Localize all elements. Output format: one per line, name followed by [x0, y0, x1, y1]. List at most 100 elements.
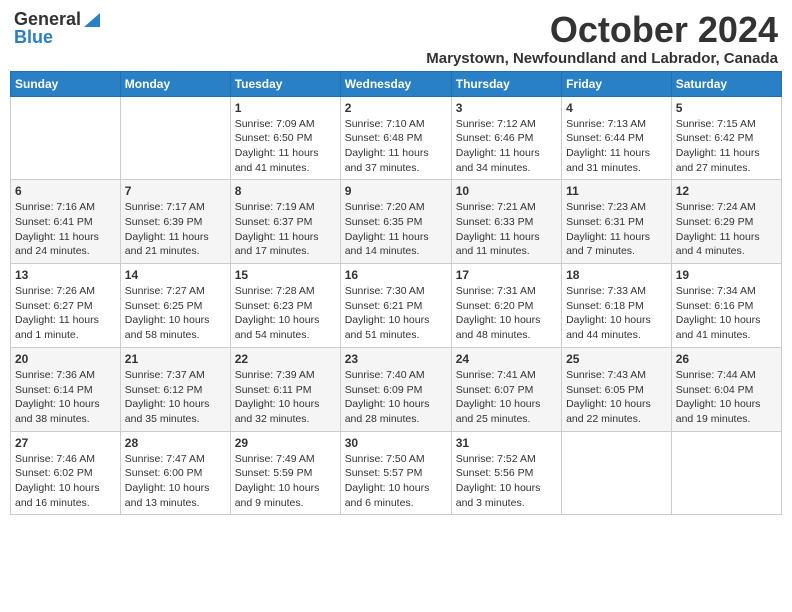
day-number: 7	[125, 184, 226, 198]
day-number: 30	[345, 436, 447, 450]
day-number: 28	[125, 436, 226, 450]
day-info: Sunrise: 7:47 AMSunset: 6:00 PMDaylight:…	[125, 452, 226, 511]
day-number: 3	[456, 101, 557, 115]
day-number: 13	[15, 268, 116, 282]
calendar-cell: 29 Sunrise: 7:49 AMSunset: 5:59 PMDayligh…	[230, 431, 340, 515]
day-info: Sunrise: 7:10 AMSunset: 6:48 PMDaylight:…	[345, 117, 447, 176]
calendar-cell: 18Sunrise: 7:33 AMSunset: 6:18 PMDayligh…	[562, 264, 672, 348]
day-info: Sunrise: 7:41 AMSunset: 6:07 PMDaylight:…	[456, 368, 557, 427]
month-title: October 2024	[426, 10, 778, 50]
day-number: 5	[676, 101, 777, 115]
day-header-friday: Friday	[562, 71, 672, 96]
day-info: Sunrise: 7:27 AMSunset: 6:25 PMDaylight:…	[125, 284, 226, 343]
day-info: Sunrise: 7:34 AMSunset: 6:16 PMDaylight:…	[676, 284, 777, 343]
calendar-table: SundayMondayTuesdayWednesdayThursdayFrid…	[10, 71, 782, 516]
day-info: Sunrise: 7:17 AMSunset: 6:39 PMDaylight:…	[125, 200, 226, 259]
day-number: 10	[456, 184, 557, 198]
day-number: 19	[676, 268, 777, 282]
calendar-cell: 5Sunrise: 7:15 AMSunset: 6:42 PMDaylight…	[671, 96, 781, 180]
day-header-tuesday: Tuesday	[230, 71, 340, 96]
calendar-week-row: 27 Sunrise: 7:46 AMSunset: 6:02 PMDayligh…	[11, 431, 782, 515]
calendar-cell: 13 Sunrise: 7:26 AMSunset: 6:27 PMDayligh…	[11, 264, 121, 348]
day-number: 27	[15, 436, 116, 450]
page-header: General Blue October 2024 Marystown, New…	[10, 10, 782, 67]
day-number: 9	[345, 184, 447, 198]
day-info: Sunrise: 7:28 AMSunset: 6:23 PMDaylight:…	[235, 284, 336, 343]
day-number: 17	[456, 268, 557, 282]
day-number: 15	[235, 268, 336, 282]
day-number: 12	[676, 184, 777, 198]
calendar-cell: 15 Sunrise: 7:28 AMSunset: 6:23 PMDayligh…	[230, 264, 340, 348]
day-info: Sunrise: 7:23 AMSunset: 6:31 PMDaylight:…	[566, 200, 667, 259]
calendar-cell: 10 Sunrise: 7:21 AMSunset: 6:33 PMDayligh…	[451, 180, 561, 264]
day-info: Sunrise: 7:13 AMSunset: 6:44 PMDaylight:…	[566, 117, 667, 176]
day-number: 20	[15, 352, 116, 366]
day-header-monday: Monday	[120, 71, 230, 96]
calendar-cell: 11 Sunrise: 7:23 AMSunset: 6:31 PMDayligh…	[562, 180, 672, 264]
day-info: Sunrise: 7:20 AMSunset: 6:35 PMDaylight:…	[345, 200, 447, 259]
calendar-cell: 27 Sunrise: 7:46 AMSunset: 6:02 PMDayligh…	[11, 431, 121, 515]
day-number: 31	[456, 436, 557, 450]
logo-general-text: General	[14, 10, 81, 28]
day-number: 2	[345, 101, 447, 115]
day-number: 11	[566, 184, 667, 198]
calendar-week-row: 1Sunrise: 7:09 AMSunset: 6:50 PMDaylight…	[11, 96, 782, 180]
calendar-cell	[671, 431, 781, 515]
day-number: 4	[566, 101, 667, 115]
calendar-cell: 12 Sunrise: 7:24 AMSunset: 6:29 PMDayligh…	[671, 180, 781, 264]
day-info: Sunrise: 7:46 AMSunset: 6:02 PMDaylight:…	[15, 452, 116, 511]
day-info: Sunrise: 7:39 AMSunset: 6:11 PMDaylight:…	[235, 368, 336, 427]
day-info: Sunrise: 7:30 AMSunset: 6:21 PMDaylight:…	[345, 284, 447, 343]
day-header-saturday: Saturday	[671, 71, 781, 96]
calendar-cell: 22 Sunrise: 7:39 AMSunset: 6:11 PMDayligh…	[230, 347, 340, 431]
day-header-thursday: Thursday	[451, 71, 561, 96]
day-number: 29	[235, 436, 336, 450]
day-info: Sunrise: 7:44 AMSunset: 6:04 PMDaylight:…	[676, 368, 777, 427]
calendar-cell: 6Sunrise: 7:16 AMSunset: 6:41 PMDaylight…	[11, 180, 121, 264]
day-info: Sunrise: 7:33 AMSunset: 6:18 PMDaylight:…	[566, 284, 667, 343]
calendar-cell: 16 Sunrise: 7:30 AMSunset: 6:21 PMDayligh…	[340, 264, 451, 348]
calendar-cell	[11, 96, 121, 180]
calendar-header-row: SundayMondayTuesdayWednesdayThursdayFrid…	[11, 71, 782, 96]
calendar-cell: 28 Sunrise: 7:47 AMSunset: 6:00 PMDayligh…	[120, 431, 230, 515]
day-info: Sunrise: 7:43 AMSunset: 6:05 PMDaylight:…	[566, 368, 667, 427]
day-info: Sunrise: 7:37 AMSunset: 6:12 PMDaylight:…	[125, 368, 226, 427]
day-number: 24	[456, 352, 557, 366]
day-info: Sunrise: 7:09 AMSunset: 6:50 PMDaylight:…	[235, 117, 336, 176]
calendar-cell: 9 Sunrise: 7:20 AMSunset: 6:35 PMDaylight…	[340, 180, 451, 264]
day-info: Sunrise: 7:12 AMSunset: 6:46 PMDaylight:…	[456, 117, 557, 176]
day-number: 14	[125, 268, 226, 282]
day-number: 21	[125, 352, 226, 366]
calendar-cell: 23Sunrise: 7:40 AMSunset: 6:09 PMDayligh…	[340, 347, 451, 431]
calendar-cell: 3 Sunrise: 7:12 AMSunset: 6:46 PMDaylight…	[451, 96, 561, 180]
day-info: Sunrise: 7:36 AMSunset: 6:14 PMDaylight:…	[15, 368, 116, 427]
day-info: Sunrise: 7:52 AMSunset: 5:56 PMDaylight:…	[456, 452, 557, 511]
calendar-cell: 26 Sunrise: 7:44 AMSunset: 6:04 PMDayligh…	[671, 347, 781, 431]
calendar-cell: 19 Sunrise: 7:34 AMSunset: 6:16 PMDayligh…	[671, 264, 781, 348]
title-section: October 2024 Marystown, Newfoundland and…	[426, 10, 778, 67]
day-info: Sunrise: 7:26 AMSunset: 6:27 PMDaylight:…	[15, 284, 116, 343]
calendar-cell: 17Sunrise: 7:31 AMSunset: 6:20 PMDayligh…	[451, 264, 561, 348]
calendar-cell: 4 Sunrise: 7:13 AMSunset: 6:44 PMDaylight…	[562, 96, 672, 180]
calendar-cell: 24 Sunrise: 7:41 AMSunset: 6:07 PMDayligh…	[451, 347, 561, 431]
day-info: Sunrise: 7:21 AMSunset: 6:33 PMDaylight:…	[456, 200, 557, 259]
calendar-cell: 21 Sunrise: 7:37 AMSunset: 6:12 PMDayligh…	[120, 347, 230, 431]
day-header-sunday: Sunday	[11, 71, 121, 96]
day-number: 8	[235, 184, 336, 198]
day-number: 25	[566, 352, 667, 366]
calendar-cell: 30 Sunrise: 7:50 AMSunset: 5:57 PMDayligh…	[340, 431, 451, 515]
logo: General Blue	[14, 10, 100, 46]
calendar-week-row: 6Sunrise: 7:16 AMSunset: 6:41 PMDaylight…	[11, 180, 782, 264]
logo-triangle-icon	[84, 13, 100, 27]
day-number: 26	[676, 352, 777, 366]
calendar-cell	[120, 96, 230, 180]
day-number: 16	[345, 268, 447, 282]
day-number: 22	[235, 352, 336, 366]
day-info: Sunrise: 7:50 AMSunset: 5:57 PMDaylight:…	[345, 452, 447, 511]
calendar-cell: 20 Sunrise: 7:36 AMSunset: 6:14 PMDayligh…	[11, 347, 121, 431]
calendar-cell: 31 Sunrise: 7:52 AMSunset: 5:56 PMDayligh…	[451, 431, 561, 515]
day-info: Sunrise: 7:49 AMSunset: 5:59 PMDaylight:…	[235, 452, 336, 511]
logo-blue-text: Blue	[14, 28, 53, 46]
calendar-cell: 14 Sunrise: 7:27 AMSunset: 6:25 PMDayligh…	[120, 264, 230, 348]
day-info: Sunrise: 7:24 AMSunset: 6:29 PMDaylight:…	[676, 200, 777, 259]
